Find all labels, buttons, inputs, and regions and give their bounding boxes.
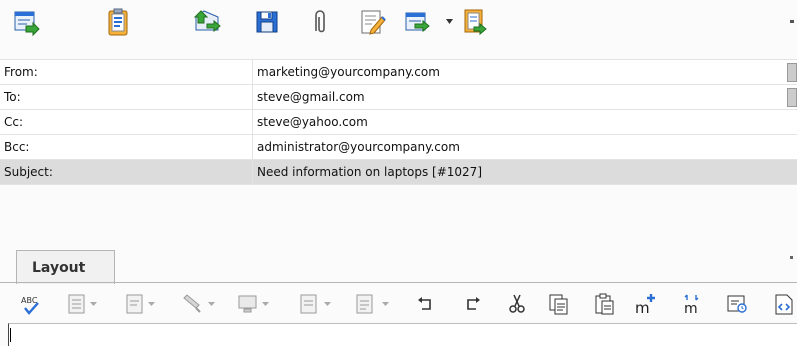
highlight-dropdown-icon[interactable] bbox=[208, 302, 215, 307]
send-receive-icon[interactable] bbox=[193, 7, 221, 37]
subject-field[interactable]: Need information on laptops [#1027] bbox=[252, 160, 797, 184]
tab-layout-label: Layout bbox=[32, 260, 86, 276]
insert-object-dropdown-icon[interactable] bbox=[262, 302, 269, 307]
attach-icon[interactable] bbox=[306, 7, 334, 37]
subject-label: Subject: bbox=[4, 165, 53, 179]
from-scroll-edge[interactable] bbox=[787, 63, 797, 82]
cc-field[interactable]: steve@yahoo.com bbox=[252, 110, 797, 134]
forward-icon[interactable] bbox=[404, 7, 432, 37]
paragraph-style-dropdown-icon[interactable] bbox=[90, 302, 97, 307]
redo-icon[interactable] bbox=[460, 292, 484, 316]
svg-text:m: m bbox=[684, 301, 698, 316]
document-action-icon[interactable] bbox=[461, 7, 489, 37]
to-row: To: steve@gmail.com bbox=[0, 85, 797, 110]
main-toolbar bbox=[0, 0, 797, 44]
from-field[interactable]: marketing@yourcompany.com bbox=[252, 60, 797, 84]
font-style-icon[interactable] bbox=[124, 292, 148, 316]
cc-row: Cc: steve@yahoo.com bbox=[0, 110, 797, 135]
bcc-value: administrator@yourcompany.com bbox=[257, 140, 460, 154]
from-row: From: marketing@yourcompany.com bbox=[0, 60, 797, 85]
cc-label: Cc: bbox=[4, 115, 24, 129]
paste-icon[interactable] bbox=[593, 292, 617, 316]
tab-layout[interactable]: Layout bbox=[16, 250, 115, 284]
tab-strip-line bbox=[0, 282, 797, 283]
insert-merge-field-icon[interactable]: m bbox=[634, 292, 658, 316]
text-caret bbox=[10, 328, 11, 342]
spellcheck-icon[interactable]: ABC bbox=[20, 292, 44, 316]
from-value: marketing@yourcompany.com bbox=[257, 65, 440, 79]
compose-note-icon[interactable] bbox=[358, 7, 386, 37]
format-toolbar: ABC m m bbox=[0, 288, 797, 322]
bcc-row: Bcc: administrator@yourcompany.com bbox=[0, 135, 797, 160]
to-label: To: bbox=[4, 90, 21, 104]
copy-icon[interactable] bbox=[547, 292, 571, 316]
paragraph-style-icon[interactable] bbox=[66, 292, 90, 316]
to-value: steve@gmail.com bbox=[257, 90, 365, 104]
bcc-field[interactable]: administrator@yourcompany.com bbox=[252, 135, 797, 159]
list-icon[interactable] bbox=[354, 292, 378, 316]
view-source-icon[interactable] bbox=[772, 292, 796, 316]
font-style-dropdown-icon[interactable] bbox=[148, 302, 155, 307]
bcc-label: Bcc: bbox=[4, 140, 30, 154]
svg-text:m: m bbox=[635, 299, 650, 316]
toolbar-overflow-mark[interactable] bbox=[790, 20, 794, 23]
list-dropdown-icon[interactable] bbox=[382, 302, 389, 307]
message-header-fields: From: marketing@yourcompany.com To: stev… bbox=[0, 59, 797, 185]
to-scroll-edge[interactable] bbox=[787, 88, 797, 107]
merge-field-icon[interactable]: m bbox=[680, 292, 704, 316]
highlight-icon[interactable] bbox=[180, 292, 204, 316]
save-icon[interactable] bbox=[254, 7, 282, 37]
cc-value: steve@yahoo.com bbox=[257, 115, 368, 129]
tab-strip-overflow-mark[interactable] bbox=[790, 256, 793, 259]
svg-text:ABC: ABC bbox=[21, 296, 38, 305]
insert-object-icon[interactable] bbox=[236, 292, 260, 316]
insert-image-icon[interactable] bbox=[725, 292, 749, 316]
subject-value: Need information on laptops [#1027] bbox=[257, 165, 482, 179]
forward-dropdown-icon[interactable] bbox=[446, 19, 453, 25]
send-icon[interactable] bbox=[12, 7, 40, 37]
undo-icon[interactable] bbox=[414, 292, 438, 316]
to-field[interactable]: steve@gmail.com bbox=[252, 85, 797, 109]
message-body-editor[interactable] bbox=[8, 323, 797, 346]
from-label: From: bbox=[4, 65, 38, 79]
cut-icon[interactable] bbox=[505, 292, 529, 316]
align-dropdown-icon[interactable] bbox=[324, 302, 331, 307]
clipboard-task-icon[interactable] bbox=[104, 7, 132, 37]
subject-row: Subject: Need information on laptops [#1… bbox=[0, 160, 797, 185]
align-icon[interactable] bbox=[298, 292, 322, 316]
